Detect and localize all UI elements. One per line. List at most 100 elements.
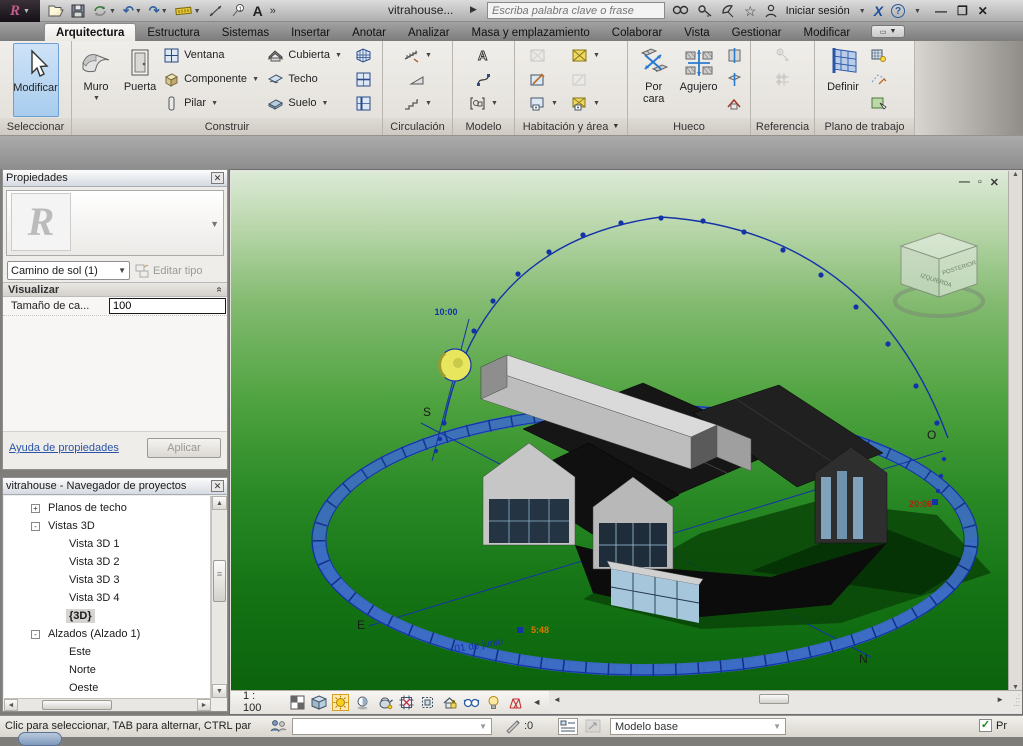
favorites-star-icon[interactable]: ☆	[744, 2, 757, 20]
undo-icon[interactable]: ↶▼	[123, 2, 142, 20]
tree-item-oeste[interactable]: Oeste	[4, 679, 210, 697]
view-cube[interactable]: IZQUIERDA POSTERIOR	[895, 233, 983, 316]
type-preview-dropdown-icon[interactable]: ▼	[210, 219, 219, 229]
section-collapse-icon[interactable]: »	[214, 287, 225, 293]
linea-modelo-button[interactable]	[475, 67, 492, 91]
panel-label[interactable]: Modelo	[465, 121, 501, 133]
scroll-left-icon[interactable]: ◄	[553, 695, 561, 704]
tree-item-alzados[interactable]: -Alzados (Alzado 1)	[4, 625, 210, 643]
property-value-input[interactable]	[109, 298, 226, 314]
close-button[interactable]: ✕	[978, 4, 988, 18]
tree-item-vista-3d-4[interactable]: Vista 3D 4	[4, 589, 210, 607]
tab-analizar[interactable]: Analizar	[397, 24, 461, 41]
minimize-button[interactable]: —	[935, 4, 947, 18]
hueco-muro-button[interactable]	[726, 43, 747, 67]
tab-arquitectura[interactable]: Arquitectura	[44, 23, 136, 41]
section-visualizar[interactable]: Visualizar »	[3, 282, 227, 297]
tab-estructura[interactable]: Estructura	[136, 24, 210, 41]
panel-label[interactable]: Hueco	[673, 121, 705, 133]
view-horizontal-scrollbar[interactable]: ◄ ►	[549, 691, 1022, 713]
properties-help-link[interactable]: Ayuda de propiedades	[9, 442, 119, 454]
scale-button[interactable]: 1 : 100	[235, 690, 284, 714]
cubierta-button[interactable]: Cubierta ▼	[267, 43, 353, 67]
help-icon[interactable]: ?	[891, 4, 905, 18]
reveal-hidden-elements-icon[interactable]	[485, 694, 502, 711]
buhardilla-button[interactable]	[726, 91, 747, 115]
etiquetar-habitacion-button[interactable]: ▼	[529, 91, 569, 115]
tab-modificar[interactable]: Modificar	[793, 24, 862, 41]
building-model[interactable]	[481, 355, 887, 623]
sun-path-icon[interactable]	[332, 694, 349, 711]
browser-horizontal-scrollbar[interactable]: ◄ ►	[4, 698, 211, 711]
sign-in-button[interactable]: Iniciar sesión	[786, 5, 850, 17]
scroll-down-icon[interactable]: ▼	[212, 684, 227, 698]
tree-item-este[interactable]: Este	[4, 643, 210, 661]
tab-anotar[interactable]: Anotar	[341, 24, 397, 41]
grupo-modelo-button[interactable]: ▼	[469, 91, 498, 115]
aligned-dimension-icon[interactable]	[208, 2, 224, 20]
pilar-button[interactable]: Pilar ▼	[163, 91, 265, 115]
browser-header[interactable]: vitrahouse - Navegador de proyectos ✕	[3, 478, 227, 495]
modify-button[interactable]: Modificar	[13, 43, 59, 117]
panel-label[interactable]: Construir	[205, 121, 250, 133]
help-dropdown-icon[interactable]: ▼	[914, 8, 921, 15]
view-vertical-scrollbar[interactable]: ▲ ▼	[1008, 171, 1022, 691]
viewbar-collapse-icon[interactable]: ◄	[528, 694, 545, 711]
texto-modelo-button[interactable]: A	[475, 43, 492, 67]
panel-label[interactable]: Habitación y área	[523, 121, 609, 133]
muro-button[interactable]: Muro ▼	[75, 43, 117, 117]
scroll-right-icon[interactable]: ►	[197, 699, 211, 711]
worksets-combo[interactable]: ▼	[292, 718, 492, 735]
temporary-hide-isolate-icon[interactable]	[463, 694, 480, 711]
tab-sistemas[interactable]: Sistemas	[211, 24, 280, 41]
properties-close-icon[interactable]: ✕	[211, 172, 224, 184]
escalera-button[interactable]: ▼	[403, 91, 432, 115]
tab-masa[interactable]: Masa y emplazamiento	[461, 24, 601, 41]
visor-button[interactable]	[870, 91, 894, 115]
scroll-up-icon[interactable]: ▲	[212, 496, 227, 510]
expander-icon[interactable]: +	[31, 504, 40, 513]
qat-expand-icon[interactable]: »	[270, 2, 276, 20]
visual-style-icon[interactable]	[311, 694, 328, 711]
scrollbar-thumb[interactable]	[759, 694, 789, 704]
tag-icon[interactable]: 1	[231, 2, 246, 20]
barandilla-button[interactable]: ▼	[403, 43, 432, 67]
scroll-up-icon[interactable]: ▲	[1009, 171, 1022, 178]
scrollbar-thumb[interactable]	[42, 700, 112, 710]
rendering-dialog-icon[interactable]	[376, 694, 393, 711]
redo-icon[interactable]: ↷▼	[149, 2, 168, 20]
definir-button[interactable]: Definir	[821, 43, 865, 117]
analytical-model-icon[interactable]	[507, 694, 524, 711]
title-expand-icon[interactable]: ▶	[470, 4, 477, 15]
exchange-apps-icon[interactable]: X	[874, 3, 883, 19]
panel-label[interactable]: Referencia	[756, 121, 809, 133]
plano-referencia-button[interactable]	[870, 67, 894, 91]
apply-button[interactable]: Aplicar	[147, 438, 221, 458]
sunrise-time-label[interactable]: 5:48	[531, 625, 549, 635]
measure-icon[interactable]: ▼	[175, 2, 201, 20]
panel-label[interactable]: Seleccionar	[7, 121, 64, 133]
app-menu-button[interactable]: R▼	[0, 0, 40, 22]
sun-time-label[interactable]: 10:00	[434, 307, 457, 317]
subscription-key-icon[interactable]	[697, 2, 713, 20]
shadows-icon[interactable]	[354, 694, 371, 711]
sun-marker[interactable]	[439, 349, 471, 381]
sync-icon[interactable]: ▼	[92, 2, 116, 20]
puerta-button[interactable]: Puerta	[119, 43, 161, 117]
tab-colaborar[interactable]: Colaborar	[601, 24, 674, 41]
properties-header[interactable]: Propiedades ✕	[3, 170, 227, 187]
tab-insertar[interactable]: Insertar	[280, 24, 341, 41]
expander-icon[interactable]: -	[31, 522, 40, 531]
curtain-grid-button[interactable]	[355, 67, 379, 91]
panel-label[interactable]: Circulación	[390, 121, 444, 133]
resize-grip[interactable]: .:.::	[1008, 691, 1022, 713]
edit-type-button[interactable]: Editar tipo	[135, 264, 203, 278]
open-icon[interactable]	[48, 2, 64, 20]
design-options-dialog-icon[interactable]	[558, 718, 578, 735]
scrollbar-thumb[interactable]	[213, 560, 226, 602]
tab-gestionar[interactable]: Gestionar	[721, 24, 793, 41]
etiquetar-area-button[interactable]: ▼	[571, 91, 617, 115]
techo-button[interactable]: Techo	[267, 67, 353, 91]
area-button[interactable]: ▼	[571, 43, 617, 67]
scroll-right-icon[interactable]: ►	[996, 695, 1004, 704]
